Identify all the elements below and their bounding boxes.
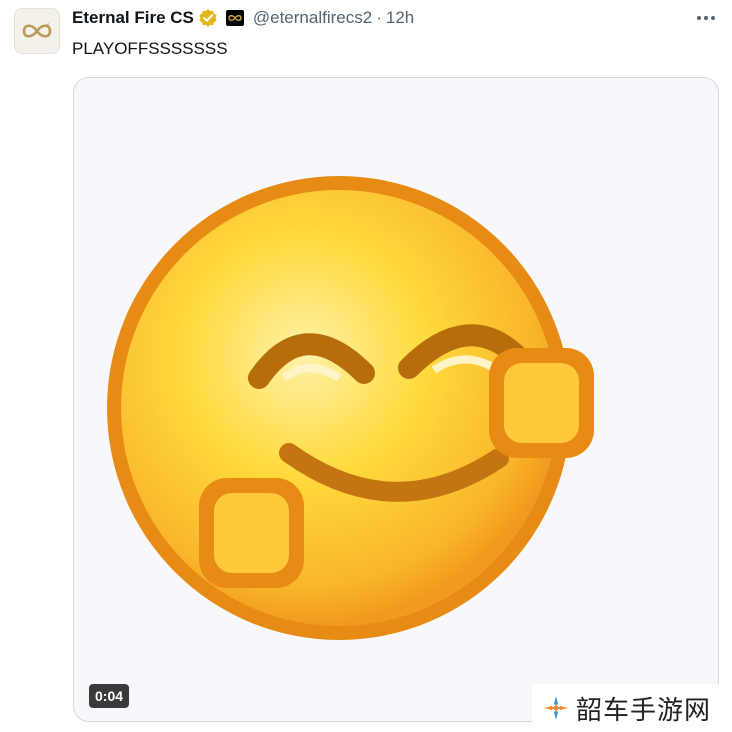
separator-dot: · [376, 8, 382, 27]
timestamp[interactable]: 12h [386, 8, 414, 28]
display-name[interactable]: Eternal Fire CS [72, 8, 194, 28]
watermark-text: 韶车手游网 [576, 694, 712, 725]
verified-badge-icon[interactable] [198, 8, 218, 28]
tweet-header: Eternal Fire CS @eternalfirecs2 · 12h [72, 6, 720, 30]
avatar[interactable] [14, 8, 60, 54]
more-options-icon[interactable] [692, 6, 720, 30]
tweet-text: PLAYOFFSSSSSSS [72, 39, 228, 58]
user-handle[interactable]: @eternalfirecs2 [253, 8, 372, 28]
video-player[interactable]: 0:04 [73, 77, 719, 722]
video-duration-badge: 0:04 [89, 684, 130, 708]
watermark: 韶车手游网 [532, 684, 732, 732]
eternal-fire-logo-icon [22, 23, 52, 38]
watermark-logo-icon [544, 696, 568, 720]
smirking-emoji-image [107, 176, 594, 640]
affiliate-badge-icon[interactable] [225, 10, 244, 26]
